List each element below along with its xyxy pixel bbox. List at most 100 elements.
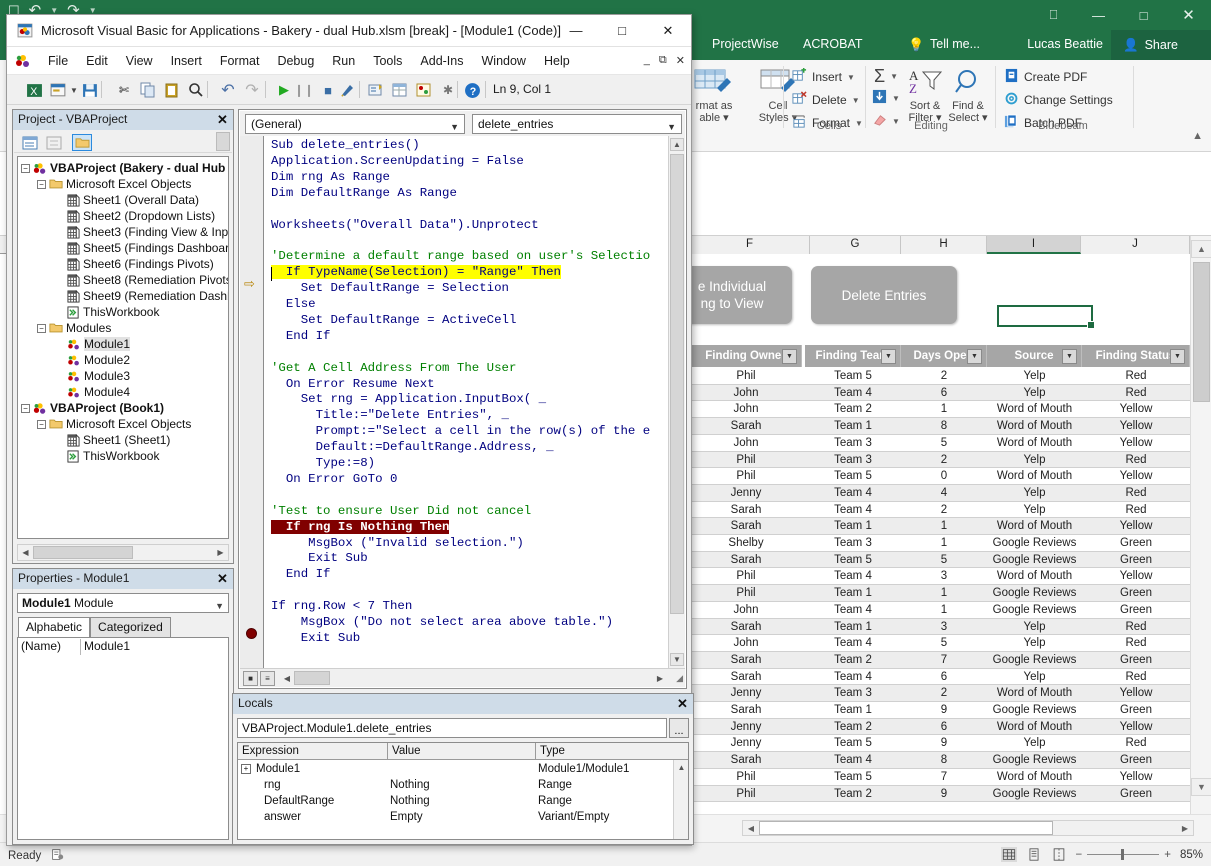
menu-debug[interactable]: Debug	[268, 53, 323, 69]
tab-categorized[interactable]: Categorized	[90, 617, 171, 637]
tab-projectwise[interactable]: ProjectWise	[712, 37, 779, 51]
code-line[interactable]: Else	[271, 297, 316, 313]
close-icon[interactable]: ✕	[214, 112, 231, 128]
table-cell[interactable]: Sarah	[690, 752, 802, 769]
expand-icon[interactable]: +	[241, 764, 251, 774]
zoom-in-button[interactable]: +	[1164, 849, 1171, 861]
table-cell[interactable]: 8	[901, 418, 987, 435]
table-cell[interactable]: Red	[1082, 635, 1190, 652]
table-cell[interactable]: 9	[901, 786, 987, 803]
procedure-view-icon[interactable]: ■	[243, 671, 258, 686]
scroll-up-icon[interactable]: ▲	[674, 760, 689, 774]
breakpoint-dot-icon[interactable]	[246, 628, 257, 639]
table-cell[interactable]: Jenny	[690, 719, 802, 736]
scroll-left-icon[interactable]: ◀	[743, 821, 759, 835]
table-cell[interactable]: Team 3	[805, 685, 901, 702]
find-icon[interactable]	[187, 81, 205, 99]
tab-acrobat[interactable]: ACROBAT	[803, 37, 863, 51]
menu-edit[interactable]: Edit	[77, 53, 117, 69]
view-object-icon[interactable]	[44, 134, 64, 151]
table-cell[interactable]: Google Reviews	[987, 535, 1082, 552]
table-cell[interactable]: Team 4	[805, 669, 901, 686]
table-cell[interactable]: Sarah	[690, 418, 802, 435]
table-cell[interactable]: 2	[901, 368, 987, 385]
tree-node[interactable]: Module1	[53, 336, 131, 352]
code-line[interactable]: Type:=8)	[271, 456, 376, 472]
table-cell[interactable]: Phil	[690, 786, 802, 803]
tree-expander-icon[interactable]: −	[37, 323, 46, 333]
table-cell[interactable]: Team 5	[805, 735, 901, 752]
code-line[interactable]: Exit Sub	[271, 631, 361, 647]
table-cell[interactable]: Yelp	[987, 385, 1082, 402]
menu-addins[interactable]: Add-Ins	[411, 53, 472, 69]
tree-node[interactable]: Module4	[53, 384, 130, 400]
table-cell[interactable]: Team 4	[805, 568, 901, 585]
table-cell[interactable]: Jenny	[690, 735, 802, 752]
table-cell[interactable]: 3	[901, 619, 987, 636]
code-line[interactable]: MsgBox ("Invalid selection.")	[271, 536, 524, 552]
table-cell[interactable]: Word of Mouth	[987, 568, 1082, 585]
object-browser-icon[interactable]	[415, 81, 433, 99]
table-cell[interactable]: 7	[901, 769, 987, 786]
scroll-left-icon[interactable]: ◀	[280, 671, 294, 686]
tree-node[interactable]: − Microsoft Excel Objects	[37, 176, 191, 192]
hscrollbar-thumb[interactable]	[33, 546, 133, 559]
table-cell[interactable]: Word of Mouth	[987, 769, 1082, 786]
table-cell[interactable]: Yellow	[1082, 418, 1190, 435]
tree-node[interactable]: Sheet1 (Sheet1)	[53, 432, 170, 448]
scroll-up-icon[interactable]: ▲	[670, 138, 684, 151]
table-cell[interactable]: 0	[901, 468, 987, 485]
delete-entries-button[interactable]: Delete Entries	[811, 266, 957, 324]
locals-context-field[interactable]: VBAProject.Module1.delete_entries	[237, 718, 667, 738]
table-cell[interactable]: Yellow	[1082, 518, 1190, 535]
code-line[interactable]: MsgBox ("Do not select area above table.…	[271, 615, 613, 631]
chevron-down-icon[interactable]: ▼	[892, 94, 900, 103]
close-icon[interactable]: ✕	[674, 696, 691, 712]
panel-resize-handle[interactable]	[216, 132, 230, 151]
table-cell[interactable]: Yelp	[987, 735, 1082, 752]
code-line[interactable]: Prompt:="Select a cell in the row(s) of …	[271, 424, 651, 440]
table-cell[interactable]: Sarah	[690, 652, 802, 669]
table-cell[interactable]: 2	[901, 452, 987, 469]
table-cell[interactable]: 5	[901, 552, 987, 569]
table-cell[interactable]: Green	[1082, 535, 1190, 552]
filter-dropdown-icon[interactable]: ▼	[782, 349, 797, 364]
chevron-down-icon[interactable]: ▼	[890, 72, 898, 81]
property-value[interactable]: Module1	[81, 639, 130, 655]
column-header-i[interactable]: I	[987, 236, 1081, 254]
fill-button[interactable]: ▼	[872, 89, 900, 107]
code-line[interactable]: Dim DefaultRange As Range	[271, 186, 457, 202]
vba-minimize-button[interactable]: —	[553, 15, 599, 46]
table-cell[interactable]: Sarah	[690, 669, 802, 686]
doc-close-icon[interactable]: ✕	[676, 54, 685, 67]
table-cell[interactable]: Team 1	[805, 702, 901, 719]
code-line[interactable]: End If	[271, 567, 331, 583]
code-line[interactable]: Exit Sub	[271, 551, 368, 567]
reset-icon[interactable]: ■	[319, 81, 337, 99]
properties-window-icon[interactable]	[391, 81, 409, 99]
copy-icon[interactable]	[139, 81, 157, 99]
table-cell[interactable]: Team 5	[805, 769, 901, 786]
column-header-f[interactable]: F	[690, 236, 810, 254]
hscrollbar-thumb[interactable]	[294, 671, 330, 685]
table-cell[interactable]: 1	[901, 602, 987, 619]
table-cell[interactable]: Team 1	[805, 619, 901, 636]
table-cell[interactable]: 5	[901, 435, 987, 452]
scroll-right-icon[interactable]: ▶	[653, 671, 667, 686]
property-row[interactable]: (Name) Module1	[19, 639, 227, 655]
table-cell[interactable]: Sarah	[690, 518, 802, 535]
excel-vertical-scrollbar[interactable]: ▲ ▼	[1190, 236, 1211, 814]
locals-window[interactable]: Locals ✕ VBAProject.Module1.delete_entri…	[232, 693, 694, 845]
code-line[interactable]: If rng Is Nothing Then	[271, 519, 450, 536]
table-cell[interactable]: Red	[1082, 368, 1190, 385]
chevron-down-icon[interactable]: ▼	[450, 118, 459, 136]
table-cell[interactable]: Yelp	[987, 368, 1082, 385]
find-select-button[interactable]: Find & Select ▾	[944, 66, 992, 124]
locals-row[interactable]: rng Nothing Range	[238, 777, 688, 793]
table-cell[interactable]: John	[690, 602, 802, 619]
table-cell[interactable]: Red	[1082, 485, 1190, 502]
full-module-view-icon[interactable]: ≡	[260, 671, 275, 686]
table-cell[interactable]: Yelp	[987, 619, 1082, 636]
table-cell[interactable]: Red	[1082, 735, 1190, 752]
table-cell[interactable]: Green	[1082, 652, 1190, 669]
